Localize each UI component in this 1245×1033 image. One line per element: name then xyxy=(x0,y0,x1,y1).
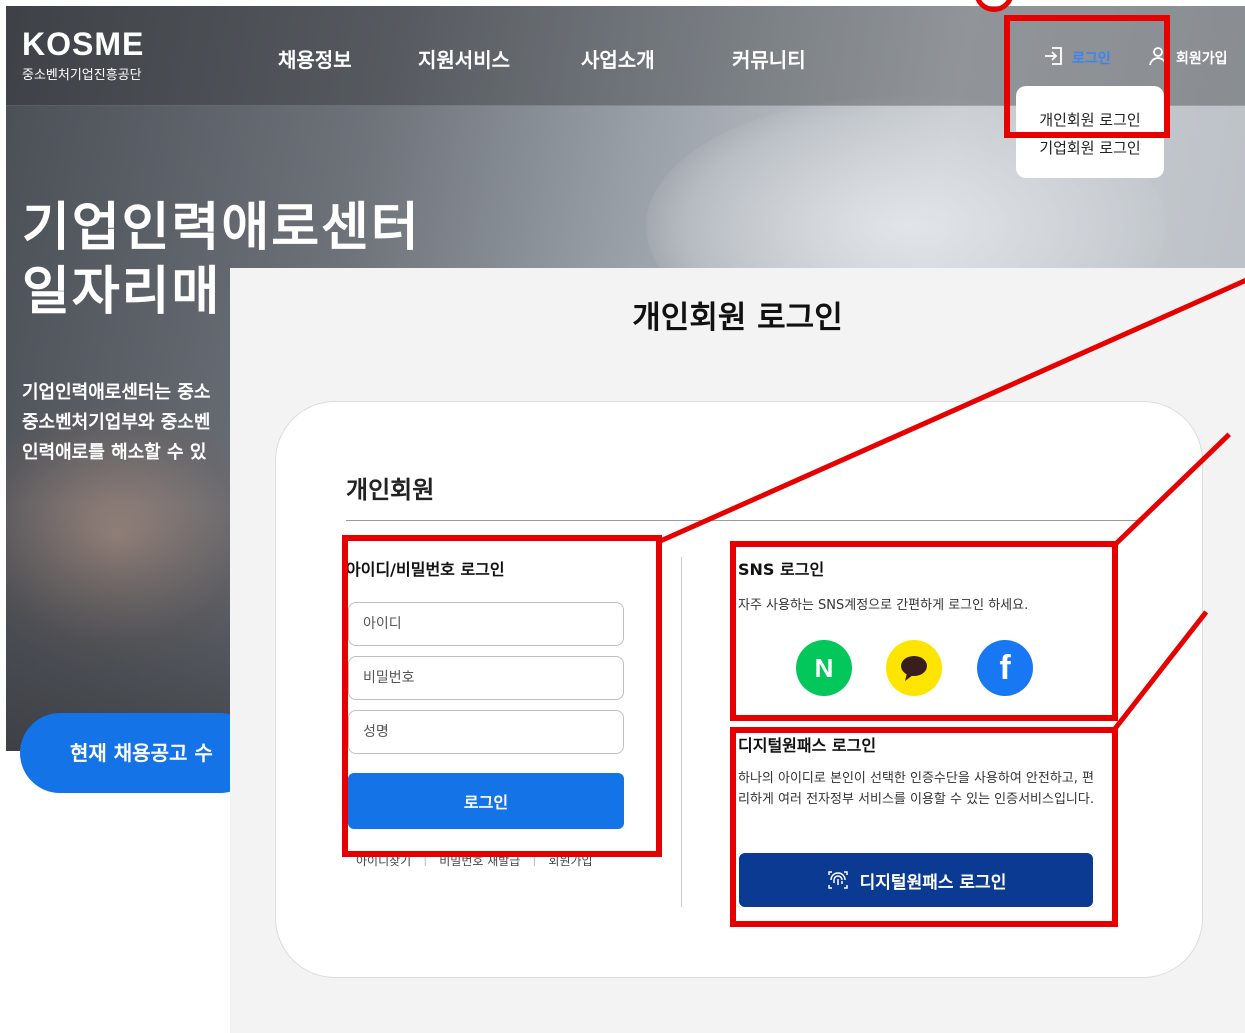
hero-desc-line2: 중소벤처기업부와 중소벤 xyxy=(22,412,211,433)
dropdown-item-company-login[interactable]: 기업회원 로그인 xyxy=(1016,134,1164,162)
annotation-box-id-login xyxy=(342,535,662,857)
column-divider xyxy=(681,557,682,907)
logo-sub-text: 중소벤처기업진흥공단 xyxy=(22,68,142,83)
section-divider xyxy=(346,520,1138,521)
hero-title-line1: 기업인력애로센터 xyxy=(22,198,421,258)
nav-item-business[interactable]: 사업소개 xyxy=(581,44,655,73)
page-title: 개인회원 로그인 xyxy=(632,300,843,336)
signup-label: 회원가입 xyxy=(1176,51,1228,67)
nav-item-support[interactable]: 지원서비스 xyxy=(418,44,510,73)
annotation-box-login-menu xyxy=(1004,15,1170,138)
annotation-box-digital-onepass xyxy=(730,727,1118,927)
hero-desc-line1: 기업인력애로센터는 중소 xyxy=(22,382,211,403)
nav-item-jobs[interactable]: 채용정보 xyxy=(278,44,352,73)
nav-item-community[interactable]: 커뮤니티 xyxy=(732,44,806,73)
section-title: 개인회원 xyxy=(346,476,435,504)
logo-main-text: KOSME xyxy=(22,26,145,62)
current-jobs-count-button[interactable]: 현재 채용공고 수 xyxy=(20,713,260,793)
annotation-box-sns-login xyxy=(730,541,1118,721)
hero-description: 기업인력애로센터는 중소 중소벤처기업부와 중소벤 인력애로를 해소할 수 있 xyxy=(22,378,210,468)
kosme-logo[interactable]: KOSME 중소벤처기업진흥공단 xyxy=(22,28,144,83)
hero-desc-line3: 인력애로를 해소할 수 있 xyxy=(22,442,207,463)
